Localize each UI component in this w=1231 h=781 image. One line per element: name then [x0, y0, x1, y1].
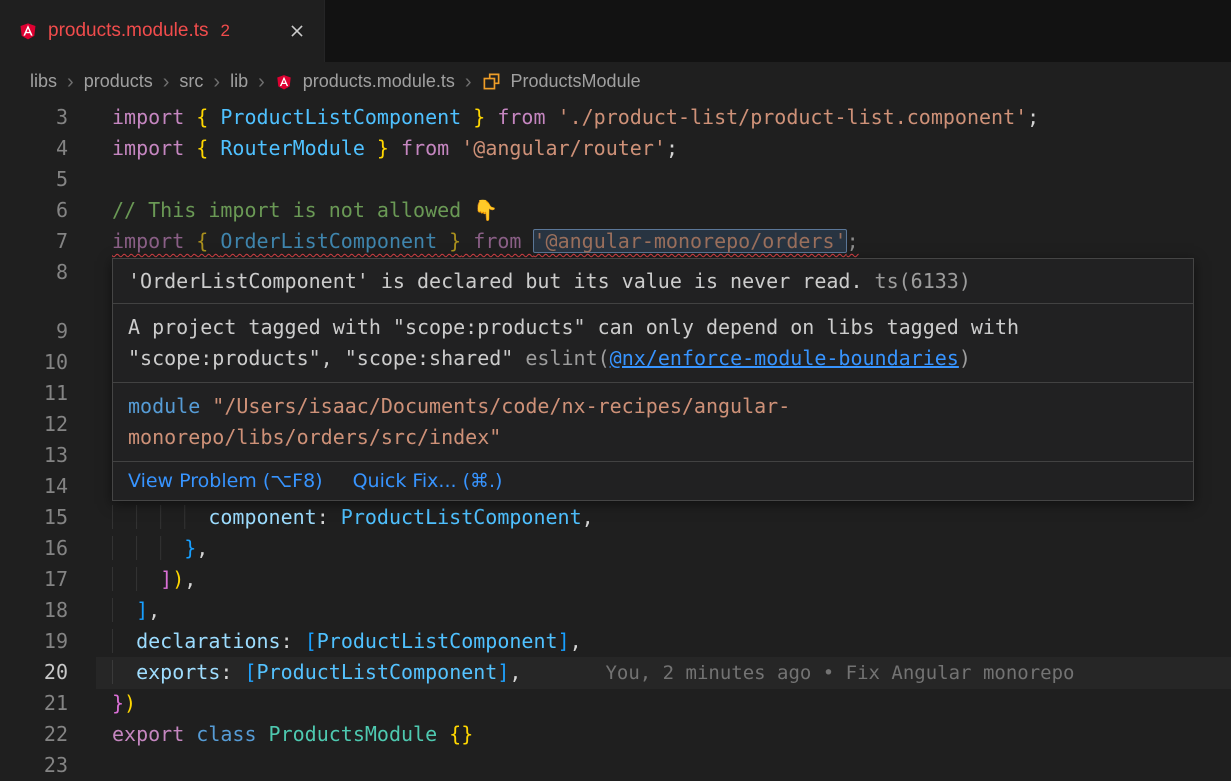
problem-hover-popup: 'OrderListComponent' is declared but its… — [112, 258, 1194, 501]
tab-label: products.module.ts — [48, 20, 209, 42]
view-problem-action[interactable]: View Problem (⌥F8) — [128, 470, 323, 492]
hover-diagnostic-ts: 'OrderListComponent' is declared but its… — [113, 259, 1193, 304]
code-text: declarations: [ProductListComponent], — [112, 626, 1231, 657]
code-line-5[interactable]: 5 — [0, 164, 1231, 195]
hover-action-bar: View Problem (⌥F8) Quick Fix... (⌘.) — [113, 462, 1193, 500]
symbol-class-icon — [482, 72, 501, 91]
chevron-right-icon: › — [213, 72, 220, 92]
close-icon[interactable] — [284, 18, 310, 44]
code-text: }, — [112, 533, 1231, 564]
code-line-20[interactable]: 20 exports: [ProductListComponent],You, … — [0, 657, 1231, 688]
diagnostic-message-line2: "scope:products", "scope:shared" eslint(… — [128, 343, 1178, 374]
breadcrumb-item-file[interactable]: products.module.ts — [303, 71, 455, 92]
line-number[interactable]: 13 — [0, 440, 68, 471]
line-number[interactable]: 18 — [0, 595, 68, 626]
code-line-3[interactable]: 3 import { ProductListComponent } from '.… — [0, 102, 1231, 133]
code-text: export class ProductsModule {} — [112, 719, 1231, 750]
hover-module-info: module "/Users/isaac/Documents/code/nx-r… — [113, 383, 1193, 462]
tab-products-module[interactable]: products.module.ts 2 — [0, 0, 325, 62]
code-text: // This import is not allowed 👇 — [112, 195, 1231, 226]
code-line-15[interactable]: 15 component: ProductListComponent, — [0, 502, 1231, 533]
tab-bar: products.module.ts 2 — [0, 0, 1231, 62]
line-number[interactable]: 17 — [0, 564, 68, 595]
chevron-right-icon: › — [258, 72, 265, 92]
line-number[interactable]: 9 — [0, 316, 68, 347]
breadcrumb-item-lib[interactable]: lib — [230, 71, 248, 92]
code-text: import { OrderListComponent } from '@ang… — [112, 226, 1231, 257]
code-line-16[interactable]: 16 }, — [0, 533, 1231, 564]
code-text: }) — [112, 688, 1231, 719]
line-number[interactable]: 6 — [0, 195, 68, 226]
code-line-19[interactable]: 19 declarations: [ProductListComponent], — [0, 626, 1231, 657]
angular-icon — [18, 20, 38, 42]
code-text: import { RouterModule } from '@angular/r… — [112, 133, 1231, 164]
hover-diagnostic-eslint: A project tagged with "scope:products" c… — [113, 304, 1193, 383]
chevron-right-icon: › — [465, 72, 472, 92]
tab-problem-count-badge: 2 — [221, 21, 230, 41]
line-number[interactable]: 21 — [0, 688, 68, 719]
angular-icon — [275, 72, 293, 92]
git-blame-annotation: You, 2 minutes ago • Fix Angular monorep… — [521, 662, 1074, 684]
code-line-7[interactable]: 7 import { OrderListComponent } from '@an… — [0, 226, 1231, 257]
diagnostic-source: ts(6133) — [863, 269, 971, 293]
code-line-6[interactable]: 6 // This import is not allowed 👇 — [0, 195, 1231, 226]
line-number[interactable]: 16 — [0, 533, 68, 564]
breadcrumb: libs › products › src › lib › products.m… — [0, 62, 1231, 101]
quick-fix-action[interactable]: Quick Fix... (⌘.) — [353, 470, 503, 492]
diagnostic-message: 'OrderListComponent' is declared but its… — [128, 269, 863, 293]
chevron-right-icon: › — [67, 72, 74, 92]
line-number[interactable]: 11 — [0, 378, 68, 409]
line-number[interactable]: 14 — [0, 471, 68, 502]
line-number[interactable]: 19 — [0, 626, 68, 657]
line-number[interactable]: 20 — [0, 657, 68, 688]
code-text: exports: [ProductListComponent],You, 2 m… — [112, 657, 1231, 689]
line-number[interactable]: 10 — [0, 347, 68, 378]
code-text: component: ProductListComponent, — [112, 502, 1231, 533]
breadcrumb-item-products[interactable]: products — [84, 71, 153, 92]
line-number[interactable]: 22 — [0, 719, 68, 750]
chevron-right-icon: › — [163, 72, 170, 92]
code-text: ]), — [112, 564, 1231, 595]
code-line-22[interactable]: 22 export class ProductsModule {} — [0, 719, 1231, 750]
code-line-23[interactable]: 23 — [0, 750, 1231, 781]
breadcrumb-item-libs[interactable]: libs — [30, 71, 57, 92]
module-info-line2: monorepo/libs/orders/src/index" — [128, 422, 1178, 453]
diagnostic-message-line1: A project tagged with "scope:products" c… — [128, 312, 1178, 343]
code-line-17[interactable]: 17 ]), — [0, 564, 1231, 595]
code-text: import { ProductListComponent } from './… — [112, 102, 1231, 133]
line-number[interactable]: 8 — [0, 257, 68, 288]
editor[interactable]: 3 import { ProductListComponent } from '.… — [0, 101, 1231, 780]
eslint-rule-link[interactable]: @nx/enforce-module-boundaries — [610, 346, 959, 370]
breadcrumb-item-symbol[interactable]: ProductsModule — [511, 71, 641, 92]
line-number[interactable]: 7 — [0, 226, 68, 257]
vscode-window: products.module.ts 2 libs › products › s… — [0, 0, 1231, 780]
module-info-line1: module "/Users/isaac/Documents/code/nx-r… — [128, 391, 1178, 422]
line-number[interactable]: 5 — [0, 164, 68, 195]
breadcrumb-item-src[interactable]: src — [179, 71, 203, 92]
code-text: ], — [112, 595, 1231, 626]
line-number[interactable]: 12 — [0, 409, 68, 440]
code-line-4[interactable]: 4 import { RouterModule } from '@angular/… — [0, 133, 1231, 164]
code-line-21[interactable]: 21}) — [0, 688, 1231, 719]
code-line-18[interactable]: 18 ], — [0, 595, 1231, 626]
line-number[interactable]: 23 — [0, 750, 68, 781]
line-number[interactable]: 15 — [0, 502, 68, 533]
line-number[interactable]: 3 — [0, 102, 68, 133]
line-number[interactable]: 4 — [0, 133, 68, 164]
